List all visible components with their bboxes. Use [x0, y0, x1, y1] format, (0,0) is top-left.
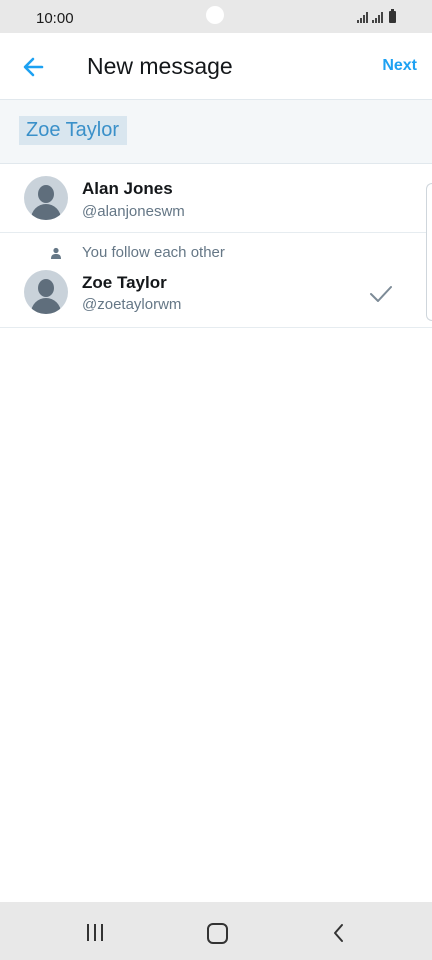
status-time: 10:00 — [36, 10, 74, 27]
avatar — [24, 270, 68, 314]
battery-icon — [389, 9, 396, 23]
phone-screen: 10:00 New message Next Zoe Taylor Alan J… — [0, 0, 432, 960]
user-name: Zoe Taylor — [82, 273, 167, 292]
checkmark-icon — [370, 286, 392, 302]
person-icon — [51, 247, 61, 259]
signal-icon — [372, 11, 383, 23]
list-item[interactable]: You follow each other Zoe Taylor @zoetay… — [0, 233, 432, 328]
camera-cutout — [206, 6, 224, 24]
recipient-chip[interactable]: Zoe Taylor — [19, 116, 128, 145]
user-handle: @zoetaylorwm — [82, 296, 182, 313]
avatar — [24, 176, 68, 220]
status-bar: 10:00 — [0, 0, 432, 33]
system-icons — [357, 9, 396, 23]
avatar-body — [31, 204, 61, 220]
user-handle: @alanjoneswm — [82, 203, 185, 220]
list-item[interactable]: Alan Jones @alanjoneswm — [0, 165, 432, 233]
signal-icon — [357, 11, 368, 23]
avatar-head — [38, 185, 54, 203]
home-icon[interactable] — [207, 923, 228, 944]
app-header: New message Next — [0, 33, 432, 100]
recent-apps-icon[interactable] — [87, 924, 103, 941]
avatar-body — [31, 298, 61, 314]
arrow-left-icon[interactable] — [20, 53, 48, 81]
page-title: New message — [87, 53, 233, 79]
next-button[interactable]: Next — [382, 57, 417, 75]
back-icon[interactable] — [330, 923, 348, 943]
follow-context: You follow each other — [82, 244, 225, 261]
system-nav-bar — [0, 902, 432, 960]
avatar-head — [38, 279, 54, 297]
recipient-search-field[interactable]: Zoe Taylor — [0, 100, 432, 164]
user-name: Alan Jones — [82, 179, 173, 198]
scrollbar[interactable] — [426, 183, 432, 321]
